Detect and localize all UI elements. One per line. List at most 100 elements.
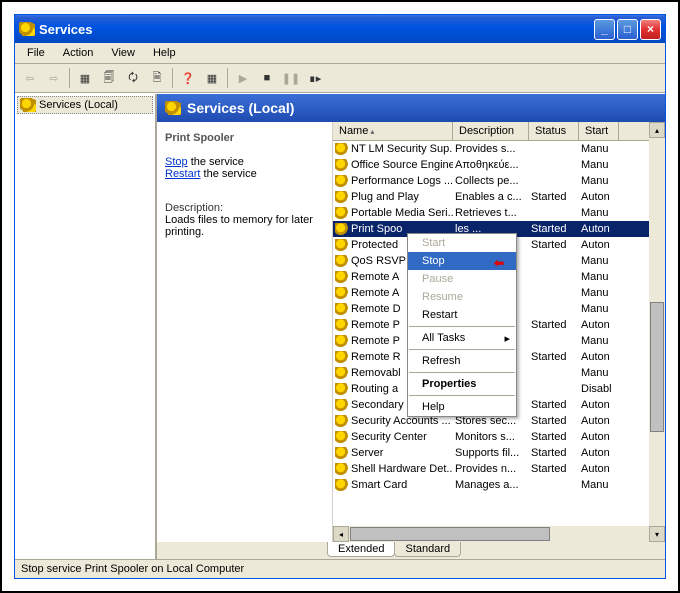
gears-icon [335,447,349,459]
menubar: File Action View Help [15,43,665,64]
hscroll-thumb[interactable] [350,527,550,541]
ctx-sep [409,349,515,350]
tree-pane: Services (Local) [15,94,157,559]
scroll-up-button[interactable]: ▴ [649,122,665,138]
tree-root-services-local[interactable]: Services (Local) [17,96,153,114]
service-row[interactable]: ServerSupports fil...StartedAuton [333,445,665,461]
minimize-button[interactable]: _ [594,19,615,40]
header-band: Services (Local) [157,94,665,122]
service-row[interactable]: Security Center Monitors s...StartedAuton [333,429,665,445]
service-name: QoS RSVP [351,255,406,267]
service-row[interactable]: Portable Media Seri...Retrieves t...Manu [333,205,665,221]
titlebar[interactable]: Services _ □ × [15,15,665,43]
service-row[interactable]: Plug and PlayEnables a c...StartedAuton [333,189,665,205]
service-name: NT LM Security Sup... [351,143,453,155]
ctx-restart[interactable]: Restart [408,306,516,324]
services-window: Services _ □ × File Action View Help ⇦ ⇨… [14,14,666,579]
service-desc: Collects pe... [453,175,529,187]
service-name: Remote D [351,303,401,315]
column-description[interactable]: Description [453,122,529,140]
restart-service-button[interactable]: ∎▸ [304,67,326,89]
service-startup: Manu [579,367,619,379]
ctx-stop[interactable]: Stop⬅ [408,252,516,270]
menu-file[interactable]: File [19,45,53,61]
service-name: Plug and Play [351,191,419,203]
gears-icon [335,399,349,411]
vscroll-thumb[interactable] [650,302,664,432]
service-startup: Manu [579,303,619,315]
service-name: Office Source Engine [351,159,453,171]
gears-icon [335,239,349,251]
service-row[interactable]: NT LM Security Sup...Provides s...Manu [333,141,665,157]
service-status: Started [529,319,579,331]
gears-icon [165,101,181,115]
gears-icon [335,159,349,171]
menu-help[interactable]: Help [145,45,184,61]
menu-action[interactable]: Action [55,45,102,61]
properties-button[interactable]: 🗐 [98,67,120,89]
column-name[interactable]: Name▴ [333,122,453,140]
horizontal-scrollbar[interactable]: ◂ ▸ [333,526,665,542]
gears-icon [335,271,349,283]
ctx-refresh[interactable]: Refresh [408,352,516,370]
menu-view[interactable]: View [103,45,143,61]
gears-icon [20,98,36,112]
service-row[interactable]: Office Source EngineΑποθηκεύε...Manu [333,157,665,173]
service-name: Portable Media Seri... [351,207,453,219]
service-desc: Supports fil... [453,447,529,459]
service-desc: Monitors s... [453,431,529,443]
service-name: Security Center [351,431,427,443]
help-button[interactable]: ❓ [177,67,199,89]
service-name: Smart Card [351,479,407,491]
column-status[interactable]: Status [529,122,579,140]
toolbar-btn-2[interactable]: ▦ [201,67,223,89]
service-startup: Auton [579,431,619,443]
service-status: Started [529,415,579,427]
column-startup[interactable]: Start [579,122,619,140]
service-startup: Auton [579,447,619,459]
service-row[interactable]: Shell Hardware Det...Provides n...Starte… [333,461,665,477]
tab-standard[interactable]: Standard [394,542,461,557]
service-startup: Auton [579,319,619,331]
service-row[interactable]: Smart CardManages a...Manu [333,477,665,493]
ctx-resume: Resume [408,288,516,306]
scroll-down-button[interactable]: ▾ [649,526,665,542]
stop-service-button[interactable]: ■ [256,67,278,89]
toolbar-sep [172,68,173,88]
service-status: Started [529,191,579,203]
gears-icon [335,383,349,395]
service-startup: Manu [579,255,619,267]
red-arrow-icon: ⬅ [494,256,504,270]
refresh-button[interactable]: 🗘 [122,67,144,89]
vertical-scrollbar[interactable]: ▴ ▾ [649,122,665,542]
window-title: Services [39,22,594,37]
ctx-help[interactable]: Help [408,398,516,416]
stop-service-link[interactable]: Stop [165,156,188,168]
ctx-sep [409,326,515,327]
tab-extended[interactable]: Extended [327,542,395,557]
start-service-button[interactable]: ▶ [232,67,254,89]
toolbar-sep [227,68,228,88]
restart-service-link[interactable]: Restart [165,168,200,180]
service-status: Started [529,463,579,475]
stop-suffix: the service [188,156,244,168]
scroll-left-icon[interactable]: ◂ [333,526,349,542]
maximize-button[interactable]: □ [617,19,638,40]
pause-service-button[interactable]: ❚❚ [280,67,302,89]
toolbar-btn-1[interactable]: ▦ [74,67,96,89]
gears-icon [335,207,349,219]
service-status: Started [529,431,579,443]
export-button[interactable]: 🗎 [146,67,168,89]
ctx-properties[interactable]: Properties [408,375,516,393]
ctx-all-tasks[interactable]: All Tasks [408,329,516,347]
gears-icon [335,479,349,491]
close-button[interactable]: × [640,19,661,40]
service-startup: Manu [579,143,619,155]
service-startup: Manu [579,479,619,491]
service-startup: Manu [579,207,619,219]
context-menu: Start Stop⬅ Pause Resume Restart All Tas… [407,233,517,417]
gears-icon [335,463,349,475]
forward-button[interactable]: ⇨ [43,67,65,89]
service-row[interactable]: Performance Logs ...Collects pe...Manu [333,173,665,189]
back-button[interactable]: ⇦ [19,67,41,89]
